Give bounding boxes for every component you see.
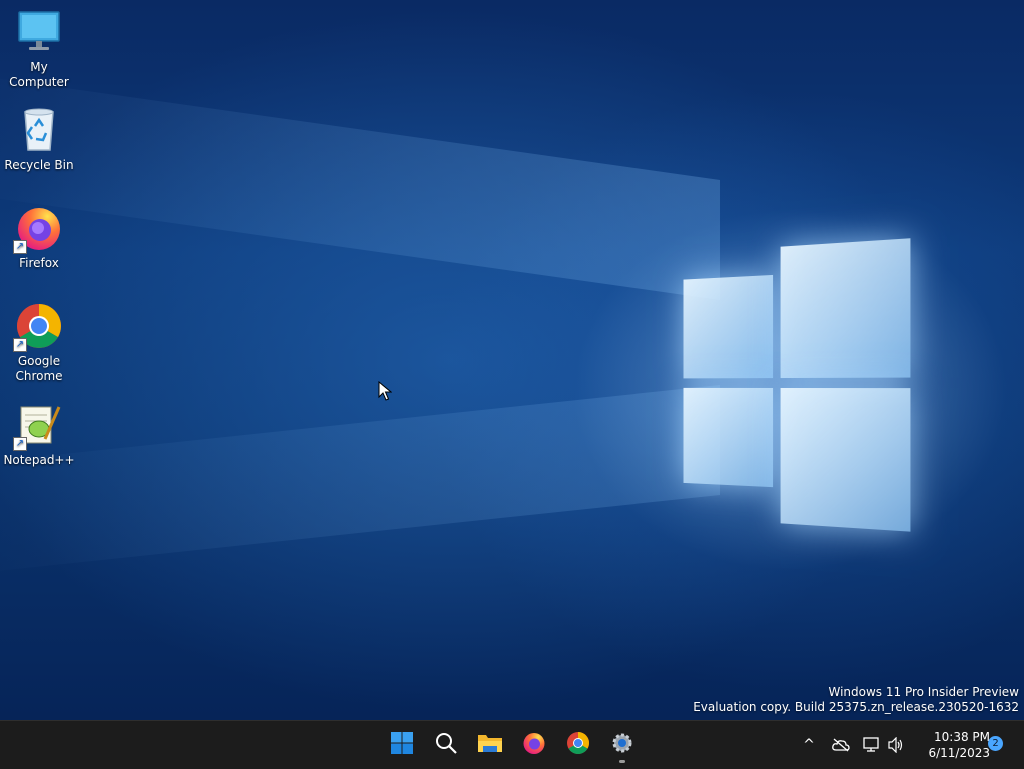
search-icon (434, 731, 458, 759)
desktop-icon-firefox[interactable]: ↗ Firefox (0, 204, 78, 271)
clock-date: 6/11/2023 (912, 745, 990, 761)
start-button[interactable] (384, 727, 420, 763)
chrome-icon: ↗ (15, 302, 63, 350)
desktop-icon-label: Recycle Bin (0, 158, 78, 173)
recycle-bin-icon (15, 106, 63, 154)
speaker-icon (887, 737, 905, 753)
wallpaper-light-beam (0, 73, 720, 300)
desktop-icon-my-computer[interactable]: My Computer (0, 8, 78, 90)
desktop-icon-notepad-plus-plus[interactable]: ↗ Notepad++ (0, 401, 78, 468)
mouse-pointer-icon (378, 381, 392, 405)
windows-start-icon (390, 731, 414, 759)
taskbar-file-explorer[interactable] (472, 727, 508, 763)
taskbar-google-chrome[interactable] (560, 727, 596, 763)
gear-icon (610, 731, 634, 759)
taskbar-settings[interactable] (604, 727, 640, 763)
cloud-offline-icon (832, 738, 850, 752)
firefox-icon (522, 731, 546, 759)
volume-tray-icon[interactable] (884, 733, 908, 757)
taskbar-firefox[interactable] (516, 727, 552, 763)
network-icon (863, 737, 881, 753)
desktop-icon-label: Google Chrome (0, 354, 78, 384)
chevron-up-icon: ^ (803, 737, 815, 753)
shortcut-arrow-icon: ↗ (13, 338, 27, 352)
folder-icon (477, 731, 503, 759)
desktop-icon-label: Notepad++ (0, 453, 78, 468)
desktop-icon-label: Firefox (0, 256, 78, 271)
wallpaper-light-beam (0, 385, 720, 575)
taskbar-search-button[interactable] (428, 727, 464, 763)
watermark-edition: Windows 11 Pro Insider Preview (693, 685, 1019, 700)
network-tray-icon[interactable] (860, 733, 884, 757)
monitor-icon (15, 8, 63, 56)
watermark-build: Evaluation copy. Build 25375.zn_release.… (693, 700, 1019, 715)
taskbar-clock[interactable]: 10:38 PM 6/11/2023 (912, 729, 990, 761)
desktop-icon-google-chrome[interactable]: ↗ Google Chrome (0, 302, 78, 384)
wallpaper-windows-logo (683, 238, 910, 534)
desktop-icon-label: My Computer (0, 60, 78, 90)
shortcut-arrow-icon: ↗ (13, 437, 27, 451)
windows-evaluation-watermark: Windows 11 Pro Insider Preview Evaluatio… (693, 685, 1019, 715)
onedrive-tray-icon[interactable] (829, 733, 853, 757)
desktop-background[interactable]: My Computer Recycle Bin ↗ Firefox ↗ Goog… (0, 0, 1024, 720)
firefox-icon: ↗ (15, 204, 63, 252)
running-indicator (619, 760, 625, 763)
chrome-icon (566, 731, 590, 759)
taskbar: ^ 10:38 PM 6/11/2023 (0, 720, 1024, 769)
notepad-plus-plus-icon: ↗ (15, 401, 63, 449)
show-hidden-icons-button[interactable]: ^ (797, 733, 821, 757)
shortcut-arrow-icon: ↗ (13, 240, 27, 254)
desktop-icon-recycle-bin[interactable]: Recycle Bin (0, 106, 78, 173)
clock-time: 10:38 PM (912, 729, 990, 745)
notification-center-badge[interactable]: 2 (988, 736, 1003, 751)
